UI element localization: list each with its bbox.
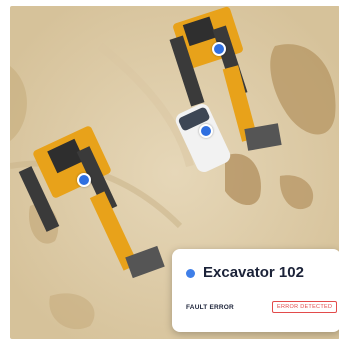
excavator-102-marker[interactable] [212,42,226,56]
fault-label: FAULT ERROR [186,304,234,311]
excavator-marker[interactable] [77,173,91,187]
van-marker[interactable] [199,124,213,138]
equipment-name: Excavator 102 [203,264,304,281]
status-dot [186,269,195,278]
error-badge: ERROR DETECTED [272,301,338,313]
site-map[interactable]: Excavator 102 FAULT ERROR ERROR DETECTED [10,6,339,339]
equipment-status-card[interactable]: Excavator 102 FAULT ERROR ERROR DETECTED [172,249,339,332]
